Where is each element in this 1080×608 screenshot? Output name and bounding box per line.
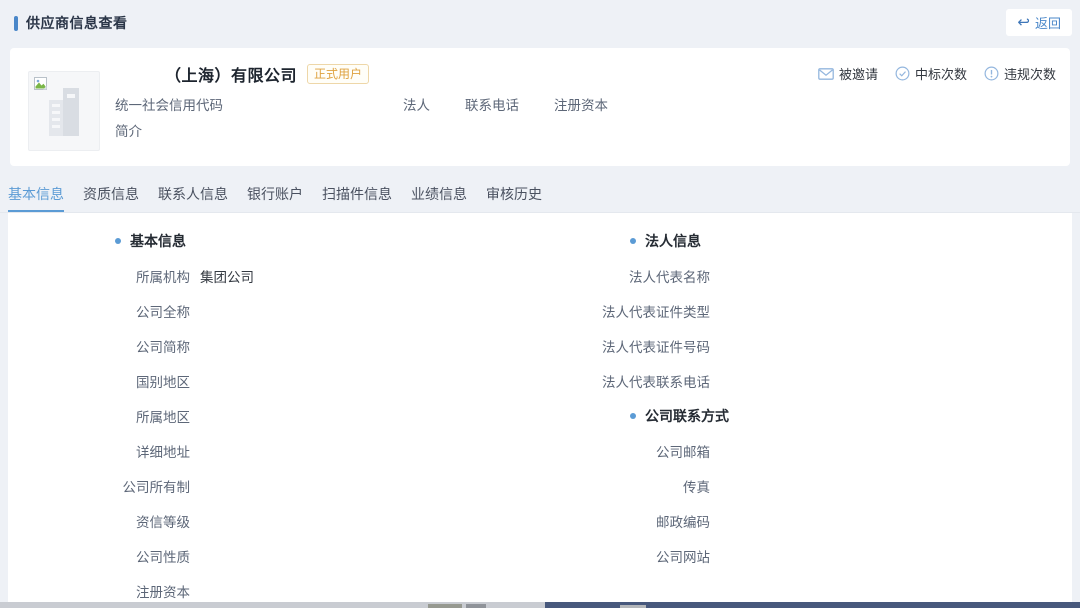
company-info-label: 联系电话: [465, 94, 519, 114]
section-bullet-icon: [630, 413, 636, 419]
field-label: 注册资本: [8, 581, 190, 601]
field-row: 法人代表证件号码: [540, 328, 1072, 363]
field-row: 国别地区: [8, 363, 540, 398]
field-row: 公司简称: [8, 328, 540, 363]
back-button-label: 返回: [1035, 13, 1061, 32]
field-row: 传真: [540, 468, 1072, 503]
tab-资质信息[interactable]: 资质信息: [83, 184, 139, 212]
field-label: 所属地区: [8, 406, 190, 426]
column-left: 基本信息所属机构集团公司公司全称公司简称国别地区所属地区详细地址公司所有制资信等…: [8, 223, 540, 602]
field-row: 法人代表证件类型: [540, 293, 1072, 328]
field-label: 公司简称: [8, 336, 190, 356]
field-label: 公司全称: [8, 301, 190, 321]
field-row: 资信等级: [8, 503, 540, 538]
content-panel: 基本信息所属机构集团公司公司全称公司简称国别地区所属地区详细地址公司所有制资信等…: [8, 213, 1072, 602]
section-header-基本信息: 基本信息: [8, 223, 540, 258]
stat-违规次数[interactable]: 违规次数: [984, 64, 1056, 83]
back-arrow-icon: ↩: [1017, 15, 1030, 30]
envelope-icon: [818, 67, 834, 81]
company-logo-placeholder: [28, 71, 100, 151]
building-icon: [43, 86, 87, 143]
page-title-wrap: 供应商信息查看: [14, 13, 128, 33]
section-title: 公司联系方式: [645, 406, 729, 426]
field-row: 详细地址: [8, 433, 540, 468]
tab-扫描件信息[interactable]: 扫描件信息: [322, 184, 392, 212]
field-row: 公司性质: [8, 538, 540, 573]
field-label: 邮政编码: [540, 511, 710, 531]
field-row: 法人代表名称: [540, 258, 1072, 293]
stat-label: 违规次数: [1004, 64, 1056, 83]
stat-中标次数[interactable]: 中标次数: [895, 64, 967, 83]
field-label: 所属机构: [8, 266, 190, 286]
tab-基本信息[interactable]: 基本信息: [8, 184, 64, 212]
warning-circle-icon: [984, 66, 999, 81]
background-artifact: [466, 604, 486, 608]
field-row: 所属机构集团公司: [8, 258, 540, 293]
stat-label: 被邀请: [839, 64, 878, 83]
field-value: 集团公司: [200, 266, 254, 286]
company-info-label: 注册资本: [554, 94, 608, 114]
back-button[interactable]: ↩ 返回: [1006, 9, 1072, 36]
field-label: 法人代表联系电话: [540, 371, 710, 391]
company-info-row: 统一社会信用代码 法人 联系电话 注册资本: [115, 94, 608, 114]
field-label: 法人代表证件号码: [540, 336, 710, 356]
field-label: 详细地址: [8, 441, 190, 461]
section-header-公司联系方式: 公司联系方式: [540, 398, 1072, 433]
tab-银行账户[interactable]: 银行账户: [247, 184, 303, 212]
field-label: 法人代表证件类型: [540, 301, 710, 321]
field-label: 公司邮箱: [540, 441, 710, 461]
section-bullet-icon: [630, 238, 636, 244]
field-label: 资信等级: [8, 511, 190, 531]
company-info-label: 法人: [403, 94, 430, 114]
field-label: 法人代表名称: [540, 266, 710, 286]
background-artifact: [428, 604, 462, 608]
section-header-法人信息: 法人信息: [540, 223, 1072, 258]
page-title: 供应商信息查看: [26, 13, 128, 33]
field-label: 传真: [540, 476, 710, 496]
field-label: 公司网站: [540, 546, 710, 566]
background-window-sliver: [0, 602, 1080, 608]
company-info-label: 统一社会信用代码: [115, 94, 223, 114]
company-intro-label: 简介: [115, 120, 142, 140]
field-row: 邮政编码: [540, 503, 1072, 538]
tab-审核历史[interactable]: 审核历史: [486, 184, 542, 212]
user-status-badge: 正式用户: [307, 64, 369, 84]
field-label: 公司所有制: [8, 476, 190, 496]
field-row: 公司邮箱: [540, 433, 1072, 468]
title-accent-bar: [14, 16, 18, 31]
field-row: 公司所有制: [8, 468, 540, 503]
stat-label: 中标次数: [915, 64, 967, 83]
stat-被邀请[interactable]: 被邀请: [818, 64, 878, 83]
section-title: 法人信息: [645, 231, 701, 251]
field-row: 法人代表联系电话: [540, 363, 1072, 398]
tab-联系人信息[interactable]: 联系人信息: [158, 184, 228, 212]
tab-业绩信息[interactable]: 业绩信息: [411, 184, 467, 212]
field-row: 注册资本: [8, 573, 540, 602]
field-row: 公司全称: [8, 293, 540, 328]
field-row: 公司网站: [540, 538, 1072, 573]
company-stats: 被邀请 中标次数 违规次数: [818, 64, 1056, 83]
award-circle-icon: [895, 66, 910, 81]
field-row: 所属地区: [8, 398, 540, 433]
page-header: 供应商信息查看 ↩ 返回: [0, 0, 1080, 46]
section-bullet-icon: [115, 238, 121, 244]
company-name: （上海）有限公司: [165, 62, 297, 86]
column-right: 法人信息法人代表名称法人代表证件类型法人代表证件号码法人代表联系电话公司联系方式…: [540, 223, 1072, 602]
tab-bar: 基本信息资质信息联系人信息银行账户扫描件信息业绩信息审核历史: [0, 184, 1080, 213]
field-label: 公司性质: [8, 546, 190, 566]
section-title: 基本信息: [130, 231, 186, 251]
field-label: 国别地区: [8, 371, 190, 391]
company-summary-card: （上海）有限公司 正式用户 被邀请 中标次数 违规次数 统一社会信用代码 法人 联系电话…: [10, 48, 1070, 166]
